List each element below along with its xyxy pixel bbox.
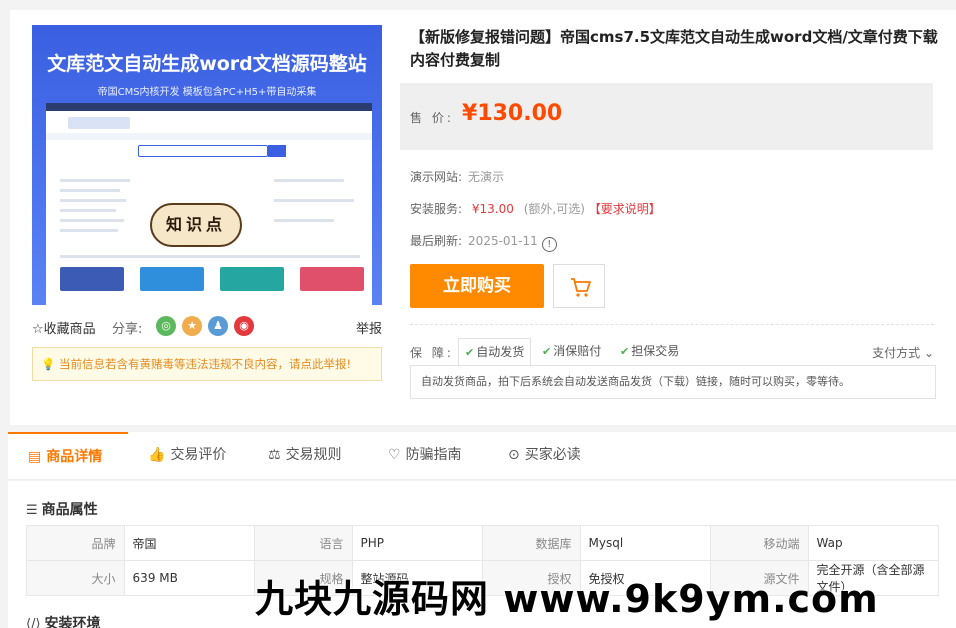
install-label: 安装服务: (410, 202, 463, 216)
help-icon[interactable]: ! (541, 237, 557, 252)
check-icon: ✔ (620, 345, 630, 358)
attr-key: 语言 (253, 525, 353, 561)
guarantee-row: 保 障: ✔ 自动发货 ✔ 消保赔付 ✔ 担保交易 支付方式 ⌄ (410, 338, 934, 366)
report-notice[interactable]: 💡 当前信息若含有黄赌毒等违法违规不良内容，请点此举报! (32, 347, 382, 381)
wechat-icon[interactable]: ◎ (156, 316, 176, 336)
guarantee-auto-delivery[interactable]: ✔ 自动发货 (458, 338, 532, 366)
image-title: 文库范文自动生成word文档源码整站 (47, 53, 367, 75)
attr-value: PHP (351, 525, 483, 561)
weibo-icon[interactable]: ◉ (234, 316, 254, 336)
image-screenshot: 知识点 (46, 103, 372, 305)
shop-icon: ▤ (28, 449, 42, 465)
screenshot-line (60, 179, 130, 182)
product-title: 【新版修复报错问题】帝国cms7.5文库范文自动生成word文档/文章付费下载内… (410, 28, 938, 69)
demo-row: 演示网站: 无演示 (410, 168, 504, 185)
tab-rules[interactable]: ⚖ 交易规则 (268, 432, 342, 480)
cart-icon (571, 278, 591, 297)
attr-value: 帝国 (123, 525, 255, 561)
image-subtitle: 帝国CMS内核开发 模板包含PC+H5+带自动采集 (97, 87, 317, 98)
check-icon: ✔ (465, 346, 475, 359)
refresh-label: 最后刷新: (410, 234, 463, 248)
share-label: 分享: (112, 322, 143, 337)
screenshot-nav (46, 133, 372, 140)
tab-buyer-must-read[interactable]: ⊙ 买家必读 (508, 432, 581, 480)
watermark: 九块九源码网 www.9k9ym.com (255, 577, 879, 621)
demo-value: 无演示 (468, 170, 505, 184)
attributes-heading: ☰ 商品属性 (26, 502, 98, 518)
screenshot-line (60, 199, 126, 202)
screenshot-thumb (220, 267, 284, 291)
screenshot-topbar (46, 103, 372, 111)
screenshot-search-button (268, 145, 286, 157)
thumbs-up-icon: 👍 (148, 447, 166, 463)
guarantee-label: 保 障: (410, 346, 454, 360)
image-badge: 知识点 (150, 203, 242, 247)
install-price: ¥13.00 (471, 202, 514, 216)
tab-anti-fraud[interactable]: ♡ 防骗指南 (388, 432, 462, 480)
refresh-value: 2025-01-11 (468, 234, 538, 248)
scale-icon: ⚖ (268, 447, 281, 463)
detail-tabs: ▤ 商品详情 👍 交易评价 ⚖ 交易规则 ♡ 防骗指南 ⊙ 买家必读 (8, 432, 956, 480)
add-to-cart-button[interactable] (553, 264, 605, 308)
attr-key: 数据库 (481, 525, 581, 561)
screenshot-line (60, 189, 120, 192)
shield-icon: ♡ (388, 447, 401, 463)
price-value: ¥130.00 (462, 101, 563, 126)
tab-reviews[interactable]: 👍 交易评价 (148, 432, 226, 480)
image-actions: ☆收藏商品 分享: ◎ ★ ♟ ◉ 举报 (32, 316, 382, 340)
divider (410, 324, 934, 325)
attr-value: Mysql (579, 525, 711, 561)
screenshot-thumb (300, 267, 364, 291)
attr-key: 大小 (26, 560, 125, 596)
screenshot-line (60, 229, 118, 232)
screenshot-search (138, 145, 268, 157)
install-note: (额外,可选) (523, 202, 585, 216)
screenshot-line (60, 219, 124, 222)
install-env-heading: ⟨/⟩ 安装环境 (26, 613, 101, 628)
payment-methods-dropdown[interactable]: 支付方式 ⌄ (872, 344, 934, 361)
search-list-icon: ☰ (26, 503, 38, 518)
price-box: 售 价: ¥130.00 (400, 83, 933, 150)
screenshot-thumb (60, 267, 124, 291)
buy-now-button[interactable]: 立即购买 (410, 264, 544, 308)
table-row: 品牌 帝国 语言 PHP 数据库 Mysql 移动端 Wap (26, 525, 939, 561)
qq-icon[interactable]: ♟ (208, 316, 228, 336)
screenshot-line (274, 199, 354, 202)
guarantee-description: 自动发货商品，拍下后系统会自动发送商品发货（下载）链接，随时可以购买，零等待。 (410, 365, 936, 399)
notice-text: 当前信息若含有黄赌毒等违法违规不良内容，请点此举报! (58, 357, 352, 371)
code-icon: ⟨/⟩ (26, 617, 41, 628)
screenshot-line (274, 179, 344, 182)
screenshot-line (60, 209, 116, 212)
install-requirements-link[interactable]: 【要求说明】 (589, 202, 661, 216)
screenshot-thumb (140, 267, 204, 291)
price-label: 售 价: (410, 111, 454, 125)
screenshot-logo (68, 117, 130, 129)
attr-key: 品牌 (26, 525, 125, 561)
favorite-button[interactable]: ☆收藏商品 (32, 318, 96, 337)
guarantee-compensation[interactable]: ✔ 消保赔付 (536, 338, 607, 366)
attr-key: 移动端 (709, 525, 809, 561)
qzone-icon[interactable]: ★ (182, 316, 202, 336)
screenshot-line (60, 255, 360, 258)
attr-value: Wap (807, 525, 939, 561)
check-icon: ✔ (542, 345, 552, 358)
product-image[interactable]: 文库范文自动生成word文档源码整站 帝国CMS内核开发 模板包含PC+H5+带… (32, 25, 382, 305)
report-link[interactable]: 举报 (356, 318, 382, 337)
chevron-down-icon: ⌄ (920, 346, 934, 360)
guarantee-escrow[interactable]: ✔ 担保交易 (614, 338, 685, 366)
tab-details[interactable]: ▤ 商品详情 (8, 432, 128, 480)
info-icon: ⊙ (508, 447, 520, 463)
product-card: 文库范文自动生成word文档源码整站 帝国CMS内核开发 模板包含PC+H5+带… (10, 10, 956, 425)
install-row: 安装服务: ¥13.00 (额外,可选) 【要求说明】 (410, 200, 661, 217)
screenshot-line (274, 219, 334, 222)
lightbulb-icon: 💡 (41, 357, 56, 371)
attr-value: 639 MB (123, 560, 255, 596)
demo-label: 演示网站: (410, 170, 463, 184)
refresh-row: 最后刷新: 2025-01-11! (410, 232, 557, 252)
